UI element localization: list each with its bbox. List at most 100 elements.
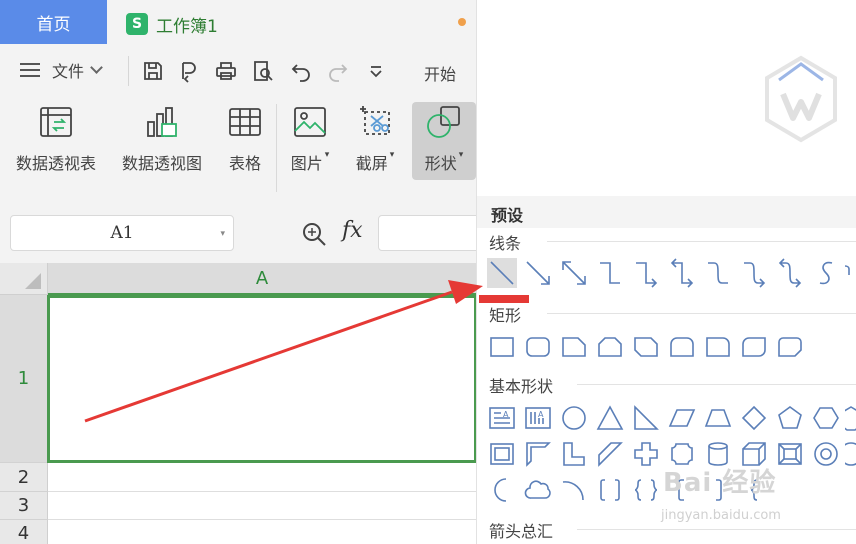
basic-shape-no-symbol[interactable]	[845, 439, 856, 469]
row-header-1[interactable]: 1	[0, 295, 48, 463]
basic-shape-parallelogram[interactable]	[667, 403, 697, 433]
line-shape-straight[interactable]	[487, 258, 517, 288]
table-button[interactable]: 表格	[225, 102, 265, 174]
name-box-dropdown-icon[interactable]: ▾	[220, 229, 225, 239]
basic-shape-frame[interactable]	[487, 439, 517, 469]
section-divider	[577, 384, 856, 385]
rect-shape-snip-same-side[interactable]	[595, 332, 625, 362]
basic-shape-triangle[interactable]	[595, 403, 625, 433]
basic-shape-double-brace[interactable]	[631, 475, 661, 505]
line-shape-curve[interactable]	[703, 258, 733, 288]
row-header-4[interactable]: 4	[0, 520, 48, 544]
redo-icon[interactable]	[326, 59, 350, 83]
picture-icon	[290, 102, 330, 142]
line-shape-elbow[interactable]	[595, 258, 625, 288]
pivot-chart-icon	[142, 102, 182, 142]
line-shape-curve-double-arrow[interactable]	[775, 258, 805, 288]
rect-shape-round-diagonal[interactable]	[739, 332, 769, 362]
line-shape-scribble[interactable]	[845, 258, 856, 288]
line-shape-double-arrow[interactable]	[559, 258, 589, 288]
picture-button[interactable]: 图片 ▾	[290, 102, 330, 174]
watermark-brand: Bai 经验	[663, 468, 777, 498]
column-header-a[interactable]: A	[48, 263, 476, 295]
shape-button[interactable]: 形状 ▾	[412, 102, 476, 180]
rect-shape-rounded[interactable]	[523, 332, 553, 362]
section-rectangles-label: 矩形	[489, 302, 530, 326]
fx-icon[interactable]: fx	[342, 218, 363, 243]
undo-icon[interactable]	[289, 59, 313, 83]
rect-shape-snip-single[interactable]	[559, 332, 589, 362]
picture-label-text: 图片	[290, 154, 323, 173]
basic-shape-oval[interactable]	[559, 403, 589, 433]
rect-shape-rectangle[interactable]	[487, 332, 517, 362]
screenshot-button[interactable]: 截屏 ▾	[355, 102, 395, 174]
line-shape-elbow-arrow[interactable]	[631, 258, 661, 288]
basic-shape-bevel[interactable]	[775, 439, 805, 469]
basic-shape-l-shape[interactable]	[559, 439, 589, 469]
section-divider	[547, 313, 856, 314]
rect-shape-round-same-side[interactable]	[703, 332, 733, 362]
basic-shape-diagonal-stripe[interactable]	[595, 439, 625, 469]
select-all-corner[interactable]	[0, 263, 48, 295]
line-shape-arrow[interactable]	[523, 258, 553, 288]
shape-icon	[424, 102, 464, 142]
cell-a4[interactable]	[48, 520, 476, 544]
rect-shape-round-single[interactable]	[667, 332, 697, 362]
basic-shape-double-bracket[interactable]	[595, 475, 625, 505]
basic-shape-hexagon[interactable]	[811, 403, 841, 433]
tab-home[interactable]: 首页	[0, 0, 107, 44]
row-header-2[interactable]: 2	[0, 463, 48, 492]
formula-bar: A1 ▾ fx	[0, 208, 476, 260]
row-header-3[interactable]: 3	[0, 492, 48, 520]
pivot-table-button[interactable]: 数据透视表	[16, 102, 96, 174]
cell-a3[interactable]	[48, 492, 476, 520]
basic-shape-cross[interactable]	[631, 439, 661, 469]
line-shape-freeform[interactable]	[811, 258, 841, 288]
pivot-chart-button[interactable]: 数据透视图	[122, 102, 202, 174]
customize-chevron-icon[interactable]	[364, 59, 388, 83]
save-icon[interactable]	[141, 59, 165, 83]
file-menu-label: 文件	[52, 62, 85, 81]
section-basic-shapes-label: 基本形状	[489, 373, 562, 397]
tab-start[interactable]: 开始	[424, 61, 456, 85]
preset-header-label: 预设	[491, 206, 524, 225]
shape-gallery-panel: 预设 线条 矩形 基本形状 箭头总汇 A A Bai 经验 jingyan.ba…	[476, 0, 856, 544]
basic-shape-vertical-text-box[interactable]: A	[523, 403, 553, 433]
tab-workbook-title: 工作簿1	[156, 16, 218, 37]
annotation-highlight-bar	[479, 295, 529, 303]
worksheet-grid: A 1 2 3 4	[0, 263, 476, 544]
print-icon[interactable]	[214, 59, 238, 83]
rect-shape-snip-diagonal[interactable]	[631, 332, 661, 362]
name-box-value: A1	[110, 223, 134, 243]
basic-shape-heptagon[interactable]	[845, 403, 856, 433]
basic-shape-diamond[interactable]	[739, 403, 769, 433]
formula-input[interactable]	[378, 215, 476, 251]
export-icon[interactable]	[177, 59, 201, 83]
hamburger-icon	[20, 63, 40, 77]
line-shape-curve-arrow[interactable]	[739, 258, 769, 288]
basic-shape-arc[interactable]	[559, 475, 589, 505]
basic-shape-text-box[interactable]: A	[487, 403, 517, 433]
watermark-url: jingyan.baidu.com	[661, 508, 781, 523]
picture-label: 图片 ▾	[290, 150, 330, 173]
table-icon	[225, 102, 265, 142]
basic-shape-half-frame[interactable]	[523, 439, 553, 469]
cell-a2[interactable]	[48, 463, 476, 492]
basic-shape-cloud[interactable]	[523, 475, 553, 505]
file-menu-button[interactable]: 文件	[20, 58, 103, 82]
section-divider	[547, 241, 856, 242]
svg-text:A: A	[503, 410, 509, 419]
basic-shape-pentagon[interactable]	[775, 403, 805, 433]
spreadsheet-logo-icon: S	[126, 13, 148, 35]
basic-shape-right-triangle[interactable]	[631, 403, 661, 433]
basic-shape-trapezoid[interactable]	[703, 403, 733, 433]
basic-shape-moon[interactable]	[487, 475, 517, 505]
find-zoom-icon[interactable]	[300, 220, 328, 248]
print-preview-icon[interactable]	[251, 59, 275, 83]
name-box[interactable]: A1 ▾	[10, 215, 234, 251]
rect-shape-round-snip[interactable]	[775, 332, 805, 362]
line-shape-elbow-double-arrow[interactable]	[667, 258, 697, 288]
cell-a1-selected[interactable]	[47, 295, 476, 463]
tab-workbook[interactable]: S 工作簿1	[126, 12, 218, 37]
basic-shape-donut[interactable]	[811, 439, 841, 469]
